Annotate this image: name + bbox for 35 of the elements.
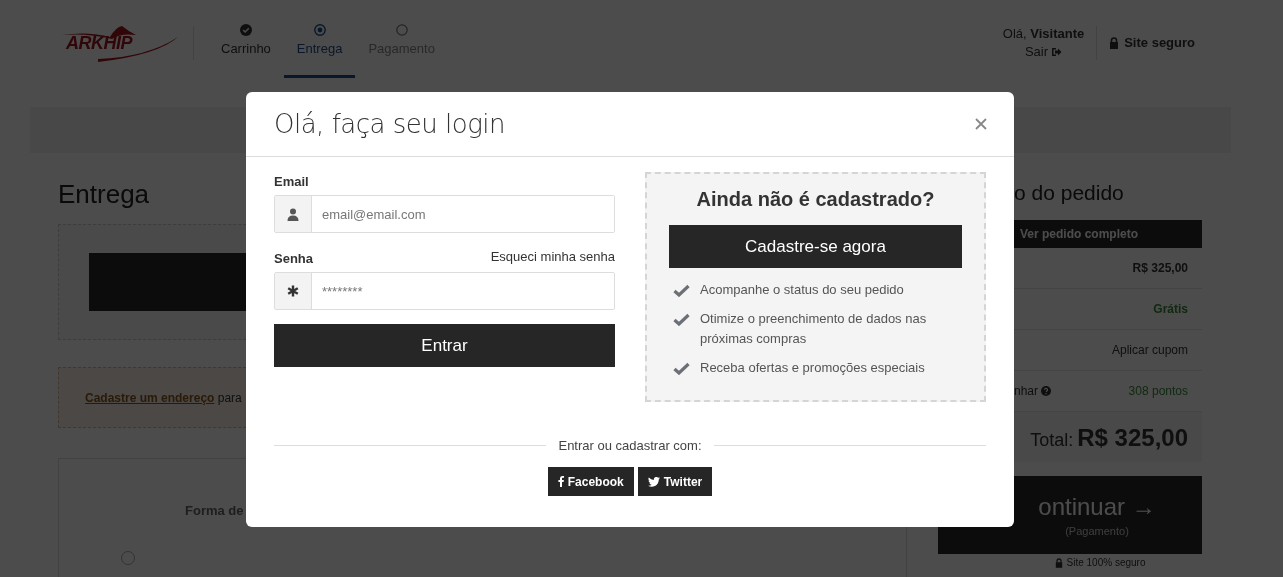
- register-title: Ainda não é cadastrado?: [695, 188, 936, 211]
- secure-site-label: Site seguro: [1124, 35, 1195, 50]
- alert-text: Cadastre um endereço para: [85, 390, 242, 405]
- check-icon: [673, 313, 690, 326]
- social-caption: Entrar ou cadastrar com:: [558, 438, 702, 453]
- benefit-text: Otimize o preenchimento de dados nas próximas compras: [700, 310, 928, 348]
- row-value: 308 pontos: [1128, 384, 1188, 398]
- forgot-password-link[interactable]: Esqueci minha senha: [490, 249, 615, 266]
- asterisk-icon: [287, 285, 299, 297]
- email-field[interactable]: email@email.com: [274, 195, 615, 233]
- total-label: Total:: [1030, 430, 1074, 451]
- f-letter-icon: [557, 476, 564, 487]
- social-login-button[interactable]: Facebook: [547, 467, 634, 496]
- register-address-link[interactable]: Cadastre um endereço: [85, 390, 215, 405]
- check-icon: [673, 284, 690, 297]
- dialog-title: Olá, faça seu login: [274, 109, 505, 139]
- row-value: Grátis: [1153, 302, 1188, 316]
- check-icon: [673, 362, 690, 375]
- email-label: Email: [274, 174, 310, 189]
- total-value: R$ 325,00: [1077, 424, 1188, 452]
- user-icon: [287, 207, 299, 221]
- row-value[interactable]: Aplicar cupom: [1111, 343, 1188, 357]
- password-label: Senha: [274, 251, 313, 266]
- benefit-text: Acompanhe o status do seu pedido: [700, 281, 904, 299]
- benefit-text: Receba ofertas e promoções especiais: [700, 359, 925, 377]
- social-login-button[interactable]: Twitter: [637, 467, 713, 496]
- summary-title: o do pedido: [1013, 181, 1125, 205]
- close-button[interactable]: [974, 117, 988, 131]
- register-button[interactable]: Cadastre-se agora: [669, 225, 962, 268]
- login-button[interactable]: Entrar: [274, 324, 615, 367]
- password-field[interactable]: ********: [274, 272, 615, 310]
- row-value: R$ 325,00: [1132, 261, 1188, 275]
- bird-icon: [647, 476, 660, 487]
- greeting-text: Olá, Visitante: [1002, 26, 1085, 41]
- page-title: Entrega: [58, 179, 150, 210]
